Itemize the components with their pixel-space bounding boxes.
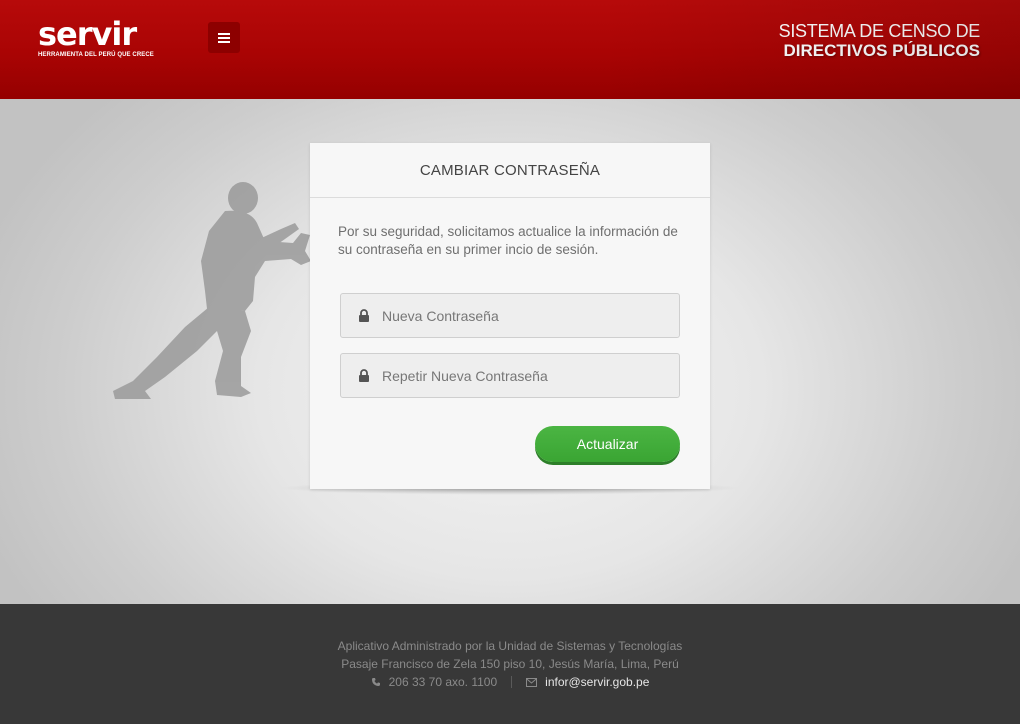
man-pushing-illustration [113, 182, 311, 399]
card-description: Por su seguridad, solicitamos actualice … [338, 224, 678, 257]
phone-icon [371, 678, 380, 686]
footer-contact: 206 33 70 axo. 1100 infor@servir.gob.pe [0, 673, 1020, 691]
card-header: CAMBIAR CONTRASEÑA [310, 143, 710, 198]
envelope-icon [526, 677, 538, 687]
system-title-line2: DIRECTIVOS PÚBLICOS [783, 41, 980, 60]
system-title-line1: SISTEMA DE CENSO DE [778, 21, 981, 41]
repeat-password-field[interactable] [340, 353, 680, 398]
lock-icon [359, 368, 369, 382]
change-password-card: CAMBIAR CONTRASEÑA Por su seguridad, sol… [310, 143, 710, 489]
main-content: CAMBIAR CONTRASEÑA Por su seguridad, sol… [0, 99, 1020, 604]
repeat-password-input[interactable] [382, 354, 679, 397]
logo-wordmark: servir [38, 15, 137, 53]
app-footer: Aplicativo Administrado por la Unidad de… [0, 604, 1020, 724]
footer-address: Pasaje Francisco de Zela 150 piso 10, Je… [341, 657, 679, 671]
app-header: servir HERRAMIENTA DEL PERÚ QUE CRECE SI… [0, 0, 1020, 99]
hamburger-icon [218, 32, 230, 43]
update-button[interactable]: Actualizar [535, 426, 680, 462]
card-title: CAMBIAR CONTRASEÑA [419, 161, 601, 179]
new-password-field[interactable] [340, 293, 680, 338]
footer-admin-text: Aplicativo Administrado por la Unidad de… [337, 639, 683, 653]
new-password-input[interactable] [382, 294, 679, 337]
footer-email-link[interactable]: infor@servir.gob.pe [545, 673, 649, 691]
footer-phone: 206 33 70 axo. 1100 [388, 675, 498, 689]
logo-tagline: HERRAMIENTA DEL PERÚ QUE CRECE [38, 52, 154, 58]
lock-icon [359, 308, 369, 322]
footer-divider [511, 676, 513, 688]
system-title: SISTEMA DE CENSO DE DIRECTIVOS PÚBLICOS [778, 21, 981, 61]
menu-toggle-button[interactable] [208, 22, 240, 53]
servir-logo[interactable]: servir HERRAMIENTA DEL PERÚ QUE CRECE [38, 18, 158, 62]
